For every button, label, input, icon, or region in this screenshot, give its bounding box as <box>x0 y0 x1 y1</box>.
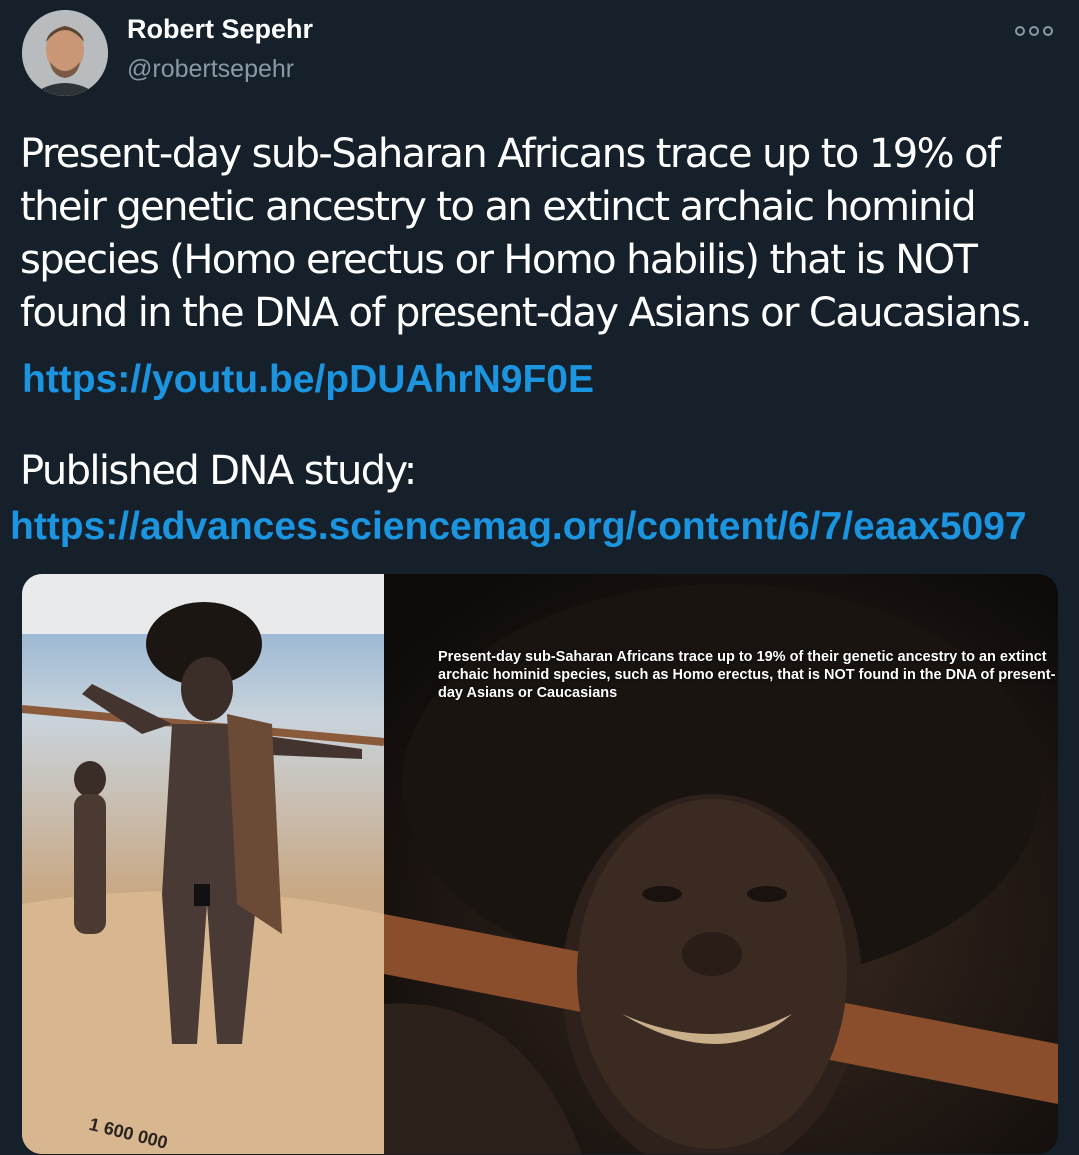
more-horizontal-icon[interactable] <box>1012 24 1056 38</box>
tweet-media[interactable]: Present-day sub-Saharan Africans trace u… <box>22 574 1058 1154</box>
youtube-link[interactable]: https://youtu.be/pDUAhrN9F0E <box>22 358 594 402</box>
published-label: Published DNA study: <box>20 448 417 494</box>
author-handle[interactable]: @robertsepehr <box>127 55 294 84</box>
study-link[interactable]: https://advances.sciencemag.org/content/… <box>10 505 1027 549</box>
author-name[interactable]: Robert Sepehr <box>127 14 313 45</box>
tweet-text: Present-day sub-Saharan Africans trace u… <box>20 131 1033 336</box>
avatar[interactable] <box>22 10 108 96</box>
profile-photo <box>22 10 108 96</box>
media-overlay-text: Present-day sub-Saharan Africans trace u… <box>438 649 1056 701</box>
